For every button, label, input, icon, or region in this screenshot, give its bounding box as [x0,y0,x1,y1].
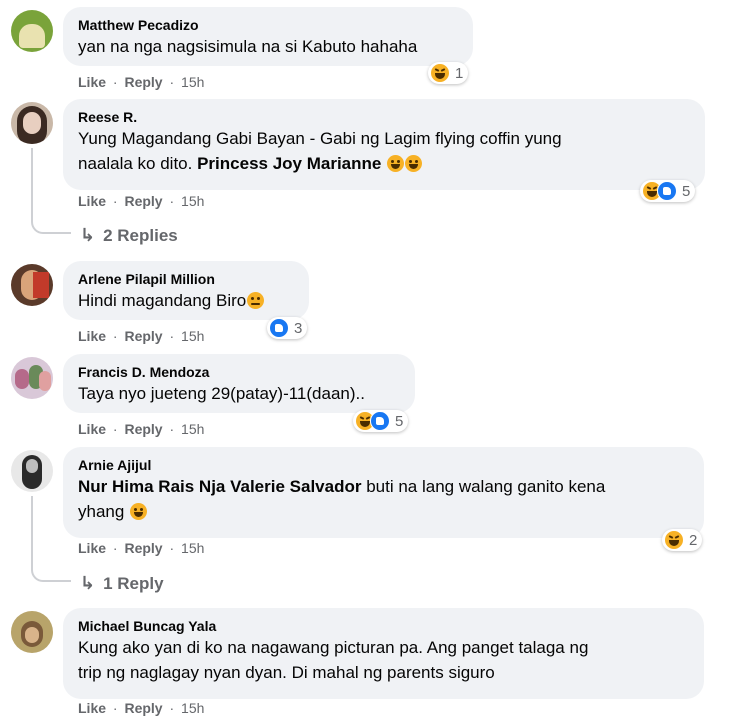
like-button[interactable]: Like [78,700,106,716]
comment-text-line: buti na lang walang ganito kena [361,477,606,496]
like-reaction-icon [657,181,677,201]
comment-bubble: Arnie Ajijul Nur Hima Rais Nja Valerie S… [63,447,704,538]
comment-timestamp[interactable]: 15h [181,328,204,344]
thread-line [31,496,33,562]
rolling-laughing-emoji-icon [405,155,423,172]
comment-bubble: Arlene Pilapil Million Hindi magandang B… [63,261,309,320]
reply-button[interactable]: Reply [124,74,162,90]
comment-author[interactable]: Michael Buncag Yala [78,617,691,635]
comment-timestamp[interactable]: 15h [181,700,204,716]
separator: · [112,700,118,716]
comment-text: Yung Magandang Gabi Bayan - Gabi ng Lagi… [78,126,692,176]
separator: · [169,193,175,209]
avatar[interactable] [11,102,53,144]
avatar[interactable] [11,10,53,52]
avatar[interactable] [11,611,53,653]
comment-author[interactable]: Francis D. Mendoza [78,363,402,381]
laughing-emoji-icon [130,503,148,520]
comment-bubble: Michael Buncag Yala Kung ako yan di ko n… [63,608,704,699]
comment-text: Taya nyo jueteng 29(patay)-11(daan).. [78,384,365,403]
comment-text-line: naalala ko dito. [78,154,198,173]
separator: · [112,74,118,90]
separator: · [169,74,175,90]
comment-text-line: trip ng naglagay nyan dyan. Di mahal ng … [78,663,495,682]
thread-line [31,148,33,214]
avatar[interactable] [11,357,53,399]
comment-timestamp[interactable]: 15h [181,193,204,209]
comment-timestamp[interactable]: 15h [181,540,204,556]
comment-author[interactable]: Matthew Pecadizo [78,16,460,34]
comment-text-content: Hindi magandang Biro [78,291,247,310]
like-button[interactable]: Like [78,328,106,344]
comment-text: Hindi magandang Biro [78,288,296,313]
reaction-count: 1 [455,64,464,82]
reaction-count: 5 [682,182,691,200]
reply-arrow-icon: ↳ [80,573,96,593]
comment-timestamp[interactable]: 15h [181,74,204,90]
reaction-summary[interactable]: 2 [662,529,703,551]
reaction-summary[interactable]: 5 [640,180,696,202]
like-button[interactable]: Like [78,193,106,209]
comment-bubble: Matthew Pecadizo yan na nga nagsisimula … [63,7,473,66]
comment-text: Kung ako yan di ko na nagawang picturan … [78,635,691,685]
unamused-emoji-icon [247,292,265,309]
comment-text-line: Yung Magandang Gabi Bayan - Gabi ng Lagi… [78,129,562,148]
separator: · [169,328,175,344]
comment-author[interactable]: Arnie Ajijul [78,456,691,474]
comment-text: Nur Hima Rais Nja Valerie Salvador buti … [78,474,691,524]
reply-button[interactable]: Reply [124,328,162,344]
comment-text-line: yhang [78,502,130,521]
avatar[interactable] [11,264,53,306]
reply-button[interactable]: Reply [124,193,162,209]
comment-bubble: Francis D. Mendoza Taya nyo jueteng 29(p… [63,354,415,413]
comment-actions: Like · Reply · 15h [78,193,204,209]
haha-reaction-icon [430,63,450,83]
reaction-count: 3 [294,319,303,337]
separator: · [112,193,118,209]
comment-actions: Like · Reply · 15h [78,328,204,344]
mention-link[interactable]: Princess Joy Marianne [197,154,381,173]
thread-connector [31,562,71,582]
comment-text: yan na nga nagsisimula na si Kabuto haha… [78,37,418,56]
separator: · [112,328,118,344]
like-button[interactable]: Like [78,74,106,90]
like-reaction-icon [269,318,289,338]
reaction-summary[interactable]: 5 [353,410,409,432]
reaction-count: 5 [395,412,404,430]
separator: · [112,421,118,437]
view-replies-button[interactable]: ↳ 2 Replies [80,225,178,246]
haha-reaction-icon [664,530,684,550]
separator: · [169,700,175,716]
comment-actions: Like · Reply · 15h [78,540,204,556]
view-replies-button[interactable]: ↳ 1 Reply [80,573,164,594]
avatar[interactable] [11,450,53,492]
like-button[interactable]: Like [78,540,106,556]
like-button[interactable]: Like [78,421,106,437]
reply-button[interactable]: Reply [124,700,162,716]
replies-label: 2 Replies [103,225,178,245]
reaction-summary[interactable]: 1 [428,62,469,84]
reply-button[interactable]: Reply [124,540,162,556]
comment-text-line: Kung ako yan di ko na nagawang picturan … [78,638,589,657]
reaction-count: 2 [689,531,698,549]
separator: · [169,540,175,556]
like-reaction-icon [370,411,390,431]
mention-link[interactable]: Nur Hima Rais Nja Valerie Salvador [78,477,361,496]
laughing-emoji-icon [387,155,405,172]
comment-actions: Like · Reply · 15h [78,74,204,90]
comment-author[interactable]: Reese R. [78,108,692,126]
reaction-summary[interactable]: 3 [267,317,308,339]
comment-actions: Like · Reply · 15h [78,421,204,437]
separator: · [169,421,175,437]
comment-author[interactable]: Arlene Pilapil Million [78,270,296,288]
reply-button[interactable]: Reply [124,421,162,437]
separator: · [112,540,118,556]
comment-timestamp[interactable]: 15h [181,421,204,437]
thread-connector [31,214,71,234]
comment-actions: Like · Reply · 15h [78,700,204,716]
comment-bubble: Reese R. Yung Magandang Gabi Bayan - Gab… [63,99,705,190]
replies-label: 1 Reply [103,573,164,593]
reply-arrow-icon: ↳ [80,225,96,245]
